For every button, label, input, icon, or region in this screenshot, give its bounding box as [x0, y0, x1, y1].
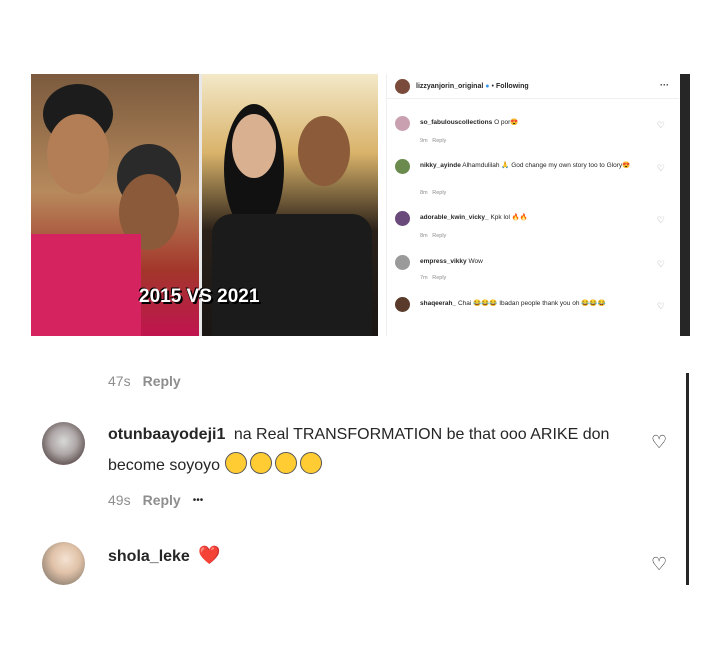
- comment-username: nikky_ayinde: [420, 162, 461, 169]
- comment-username[interactable]: otunbaayodeji1: [108, 426, 225, 443]
- scrollbar[interactable]: [686, 373, 689, 585]
- embedded-post-screenshot: 2015 VS 2021 lizzyanjorin_original ● • F…: [31, 74, 690, 336]
- comment-meta: 49s Reply •••: [108, 492, 203, 508]
- laugh-emoji-icon: [249, 452, 272, 474]
- reply-button[interactable]: Reply: [143, 492, 181, 508]
- comment-text: Chai 😂😂😂 Ibadan people thank you oh 😂😂😂: [457, 300, 606, 307]
- comment-time: 8m: [420, 190, 428, 196]
- red-heart-emoji: ❤️: [198, 545, 221, 565]
- avatar[interactable]: [42, 422, 85, 465]
- comment-time: 49s: [108, 492, 131, 508]
- heart-outline-icon: ♡: [656, 259, 665, 269]
- embedded-comments-panel: lizzyanjorin_original ● • Following ··· …: [386, 74, 679, 336]
- comment-text: Kpk lol 🔥🔥: [490, 214, 528, 221]
- avatar: [395, 116, 410, 131]
- heart-outline-icon[interactable]: ♡: [651, 554, 667, 575]
- heart-outline-icon: ♡: [656, 215, 665, 225]
- avatar: [395, 211, 410, 226]
- reply-link: Reply: [432, 275, 447, 281]
- embedded-post-header: lizzyanjorin_original ● • Following ···: [387, 74, 679, 99]
- heart-outline-icon: ♡: [656, 120, 665, 130]
- more-horizontal-icon: ···: [660, 80, 669, 90]
- comment-time: 47s: [108, 373, 131, 389]
- heart-outline-icon: ♡: [656, 301, 665, 311]
- reply-link: Reply: [432, 138, 447, 144]
- comment-username: so_fabulouscollections: [420, 119, 493, 126]
- following-label: Following: [495, 82, 529, 90]
- avatar[interactable]: [42, 542, 85, 585]
- comment-meta: 47s Reply: [108, 373, 181, 389]
- heart-outline-icon: ♡: [656, 163, 665, 173]
- reply-button[interactable]: Reply: [143, 373, 181, 389]
- laugh-emoji-icon: [274, 452, 297, 474]
- reply-link: Reply: [432, 233, 447, 239]
- comment-text: Alhamdulilah 🙏 God change my own story t…: [462, 162, 631, 169]
- reply-link: Reply: [432, 190, 447, 196]
- comment-username: adorable_kwin_vicky_: [420, 214, 489, 221]
- verified-badge-icon: ●: [485, 82, 490, 90]
- avatar: [395, 159, 410, 174]
- photo-caption: 2015 VS 2021: [139, 286, 260, 307]
- comment-text: Wow: [468, 258, 483, 265]
- more-options-button[interactable]: •••: [193, 495, 204, 506]
- avatar: [395, 78, 410, 94]
- embedded-scrollbar: [680, 74, 690, 336]
- comment-text: O por😍: [494, 119, 519, 126]
- comment-time: 8m: [420, 233, 428, 239]
- laugh-emoji-icon: [224, 452, 247, 474]
- comment-username[interactable]: shola_leke: [108, 548, 190, 565]
- comment-time: 7m: [420, 275, 428, 281]
- comment-time: 9m: [420, 138, 428, 144]
- avatar: [395, 255, 410, 270]
- post-username: lizzyanjorin_original: [416, 82, 484, 90]
- comment-username: shaqeerah_: [420, 300, 457, 307]
- comment-username: empress_vikky: [420, 258, 467, 265]
- avatar: [395, 297, 410, 312]
- laugh-emoji-icon: [299, 452, 322, 474]
- heart-outline-icon[interactable]: ♡: [651, 432, 667, 453]
